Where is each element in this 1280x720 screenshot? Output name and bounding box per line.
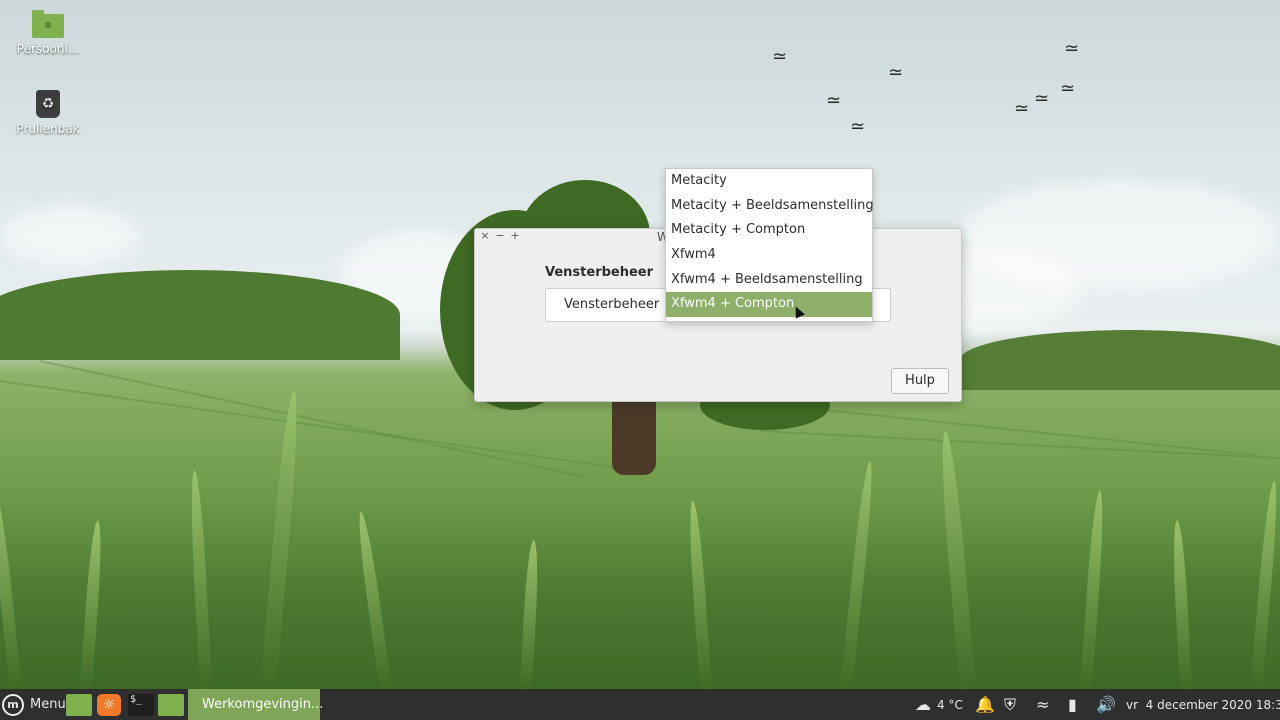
wifi-icon: ≈ — [1036, 695, 1050, 714]
section-heading: Venster­beheer — [545, 265, 654, 280]
update-manager-button[interactable]: ⛨ — [1004, 689, 1016, 720]
taskbar-window-label: Werkomgevingin... — [202, 697, 324, 712]
grass — [0, 490, 22, 690]
minimize-icon[interactable]: − — [494, 230, 506, 242]
bird-icon: ≃ — [850, 116, 866, 137]
grass — [1080, 490, 1106, 690]
cloud — [0, 205, 140, 265]
datetime: vr 4 december 2020 18:35 — [1126, 697, 1280, 712]
launcher-firefox[interactable]: ☼ — [97, 689, 121, 720]
mint-logo-icon: m — [2, 693, 24, 716]
grass — [686, 500, 712, 690]
window-manager-dropdown: Metacity Metacity + Beeldsamenstelling M… — [665, 168, 874, 322]
firefox-icon: ☼ — [97, 693, 121, 716]
desktop-icon-label: Prullenbak — [16, 122, 80, 136]
folder-icon — [32, 10, 64, 38]
grass — [840, 460, 877, 690]
temperature: 4 °C — [937, 697, 963, 712]
volume-button[interactable]: 🔊 — [1096, 689, 1116, 720]
menu-button[interactable]: m Menu — [2, 689, 66, 720]
clock[interactable]: vr 4 december 2020 18:35 — [1126, 689, 1280, 720]
network-button[interactable]: ≈ — [1036, 689, 1049, 720]
weather-widget[interactable]: ☁ 4 °C — [915, 689, 963, 720]
taskbar: m Menu ☼ $_ Werkomgevingin... ☁ 4 °C 🔔 ⛨… — [0, 689, 1280, 720]
folder-icon — [158, 693, 184, 716]
desktop-icon-label: Persoonl... — [16, 42, 80, 56]
battery-button[interactable]: ▮ — [1068, 689, 1077, 720]
treeline — [960, 330, 1280, 390]
window-manager-label: Vensterbeheer — [564, 297, 660, 312]
dropdown-option[interactable]: Metacity + Compton — [666, 218, 872, 243]
dropdown-option[interactable]: Metacity + Beeldsamenstelling — [666, 194, 874, 219]
terminal-icon: $_ — [128, 693, 154, 716]
treeline — [0, 270, 400, 360]
dropdown-option[interactable]: Xfwm4 — [666, 243, 872, 268]
bird-icon: ≃ — [1014, 98, 1030, 119]
dropdown-option[interactable]: Metacity — [666, 169, 872, 194]
help-button[interactable]: Hulp — [891, 368, 949, 394]
grass — [80, 519, 104, 690]
notifications-button[interactable]: 🔔 — [975, 689, 995, 720]
grass — [355, 510, 392, 690]
grass — [520, 539, 540, 690]
grass — [260, 390, 303, 690]
launcher-terminal[interactable]: $_ — [128, 689, 154, 720]
grass — [188, 469, 212, 690]
bird-icon: ≃ — [772, 46, 788, 67]
menu-label: Menu — [30, 697, 66, 712]
grass — [1171, 519, 1192, 690]
grass — [937, 430, 976, 690]
bird-icon: ≃ — [888, 62, 904, 83]
trash-icon: ♻ — [36, 90, 60, 118]
launcher-desktop[interactable] — [66, 689, 92, 720]
maximize-icon[interactable]: + — [509, 230, 521, 242]
volume-icon: 🔊 — [1096, 695, 1116, 714]
desktop-icon-trash[interactable]: ♻ Prullenbak — [8, 90, 88, 136]
bird-icon: ≃ — [1060, 78, 1076, 99]
tree-trunk — [612, 395, 656, 475]
field-line — [759, 430, 1280, 460]
shield-icon: ⛨ — [1004, 695, 1017, 714]
grass — [1250, 480, 1280, 690]
close-icon[interactable]: × — [479, 230, 491, 242]
desktop-icon-personal[interactable]: Persoonl... — [8, 10, 88, 56]
launcher-files[interactable] — [158, 689, 184, 720]
battery-icon: ▮ — [1068, 695, 1077, 714]
dropdown-option[interactable]: Xfwm4 + Beeldsamenstelling — [666, 268, 872, 293]
show-desktop-icon — [66, 693, 92, 716]
bird-icon: ≃ — [826, 90, 842, 111]
dropdown-option-selected[interactable]: Xfwm4 + Compton — [666, 292, 872, 318]
bird-icon: ≃ — [1034, 88, 1050, 109]
weather-cloud-icon: ☁ — [915, 695, 931, 714]
taskbar-window-button[interactable]: Werkomgevingin... — [188, 689, 324, 720]
bird-icon: ≃ — [1064, 38, 1080, 59]
bell-icon: 🔔 — [975, 695, 995, 714]
